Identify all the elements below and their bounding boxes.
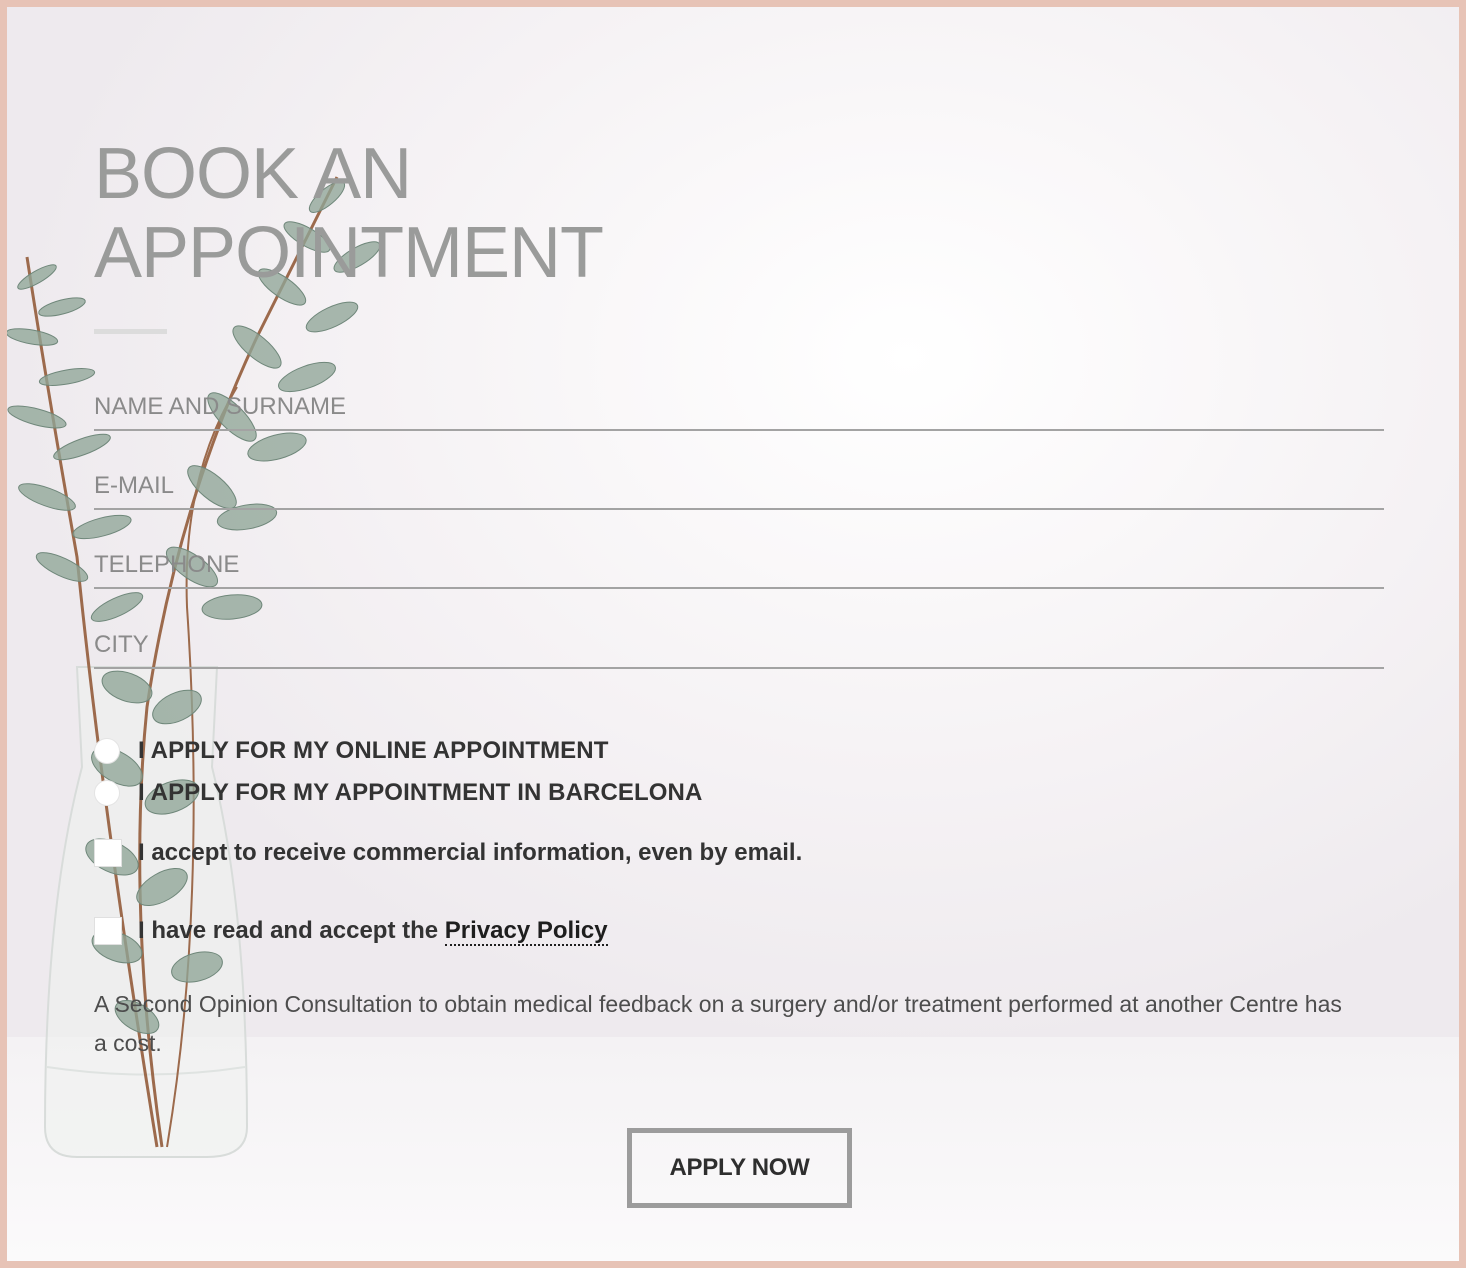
title-divider	[94, 329, 167, 334]
barcelona-appointment-option[interactable]: I APPLY FOR MY APPOINTMENT IN BARCELONA	[94, 779, 702, 807]
commercial-consent-checkbox[interactable]	[94, 839, 122, 867]
privacy-consent-checkbox[interactable]	[94, 917, 122, 945]
privacy-consent[interactable]: I have read and accept the Privacy Polic…	[94, 917, 608, 946]
apply-now-button[interactable]: APPLY NOW	[627, 1128, 852, 1208]
second-opinion-note: A Second Opinion Consultation to obtain …	[94, 991, 1342, 1056]
title-line-1: BOOK AN	[94, 134, 412, 214]
telephone-input[interactable]	[94, 545, 1384, 585]
privacy-consent-prefix: I have read and accept the	[138, 917, 445, 944]
city-field	[94, 625, 1384, 669]
online-appointment-radio[interactable]	[94, 738, 120, 764]
page-title: BOOK AN APPOINTMENT	[94, 135, 794, 293]
commercial-consent[interactable]: I accept to receive commercial informati…	[94, 839, 802, 867]
barcelona-appointment-label: I APPLY FOR MY APPOINTMENT IN BARCELONA	[138, 779, 703, 806]
city-input[interactable]	[94, 625, 1384, 665]
privacy-consent-label: I have read and accept the Privacy Polic…	[138, 917, 608, 946]
barcelona-appointment-radio[interactable]	[94, 780, 120, 806]
email-input[interactable]	[94, 466, 1384, 506]
online-appointment-option[interactable]: I APPLY FOR MY ONLINE APPOINTMENT	[94, 737, 608, 765]
name-field	[94, 387, 1384, 431]
privacy-policy-link[interactable]: Privacy Policy	[444, 917, 608, 946]
commercial-consent-label: I accept to receive commercial informati…	[138, 839, 803, 866]
online-appointment-label: I APPLY FOR MY ONLINE APPOINTMENT	[138, 737, 609, 764]
telephone-field	[94, 545, 1384, 589]
title-line-2: APPOINTMENT	[94, 213, 604, 293]
page-frame: BOOK AN APPOINTMENT I APPLY FOR MY ONLIN…	[0, 0, 1466, 1268]
email-field	[94, 466, 1384, 510]
name-input[interactable]	[94, 387, 1384, 427]
